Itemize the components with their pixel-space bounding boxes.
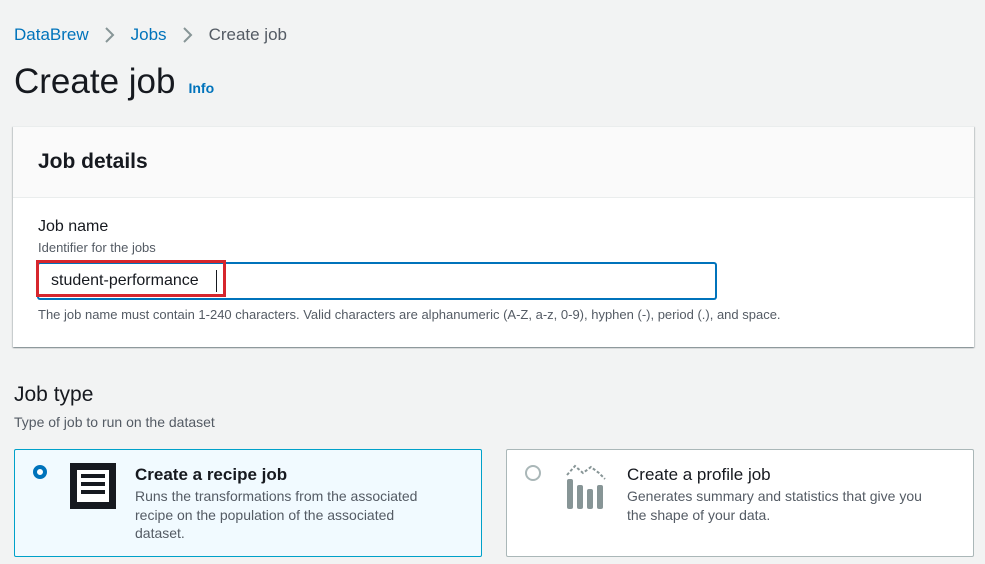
- job-type-description: Type of job to run on the dataset: [14, 414, 215, 430]
- annotation-highlight-box: [36, 260, 226, 297]
- panel-header: Job details: [13, 127, 974, 198]
- job-details-panel: Job details Job name Identifier for the …: [13, 126, 974, 347]
- recipe-list-icon: [68, 461, 118, 516]
- profile-job-label: Create a profile job: [627, 465, 771, 484]
- page-header: Create job Info: [14, 60, 214, 104]
- breadcrumb-current: Create job: [208, 25, 287, 44]
- create-job-page: DataBrew Jobs Create job Create job Info…: [0, 0, 985, 564]
- job-name-constraint: The job name must contain 1-240 characte…: [38, 307, 781, 322]
- breadcrumb-jobs[interactable]: Jobs: [131, 24, 167, 46]
- profile-job-radio[interactable]: [525, 465, 541, 481]
- breadcrumb: DataBrew Jobs Create job: [14, 24, 287, 46]
- job-type-title: Job type: [14, 383, 94, 406]
- page-title: Create job: [14, 62, 176, 101]
- profile-job-tile[interactable]: Create a profile job Generates summary a…: [506, 449, 974, 557]
- recipe-job-radio[interactable]: [33, 465, 47, 479]
- job-name-label: Job name: [38, 218, 109, 235]
- chevron-right-icon: [97, 24, 123, 46]
- job-name-description: Identifier for the jobs: [38, 240, 156, 255]
- recipe-job-description: Runs the transformations from the associ…: [135, 488, 418, 541]
- chevron-right-icon: [175, 24, 201, 46]
- breadcrumb-databrew[interactable]: DataBrew: [14, 24, 89, 46]
- profile-chart-icon: [565, 463, 609, 516]
- profile-job-description: Generates summary and statistics that gi…: [627, 488, 922, 523]
- recipe-job-label: Create a recipe job: [135, 465, 288, 484]
- recipe-job-tile[interactable]: Create a recipe job Runs the transformat…: [14, 449, 482, 557]
- info-link[interactable]: Info: [188, 80, 214, 96]
- job-details-title: Job details: [38, 150, 148, 173]
